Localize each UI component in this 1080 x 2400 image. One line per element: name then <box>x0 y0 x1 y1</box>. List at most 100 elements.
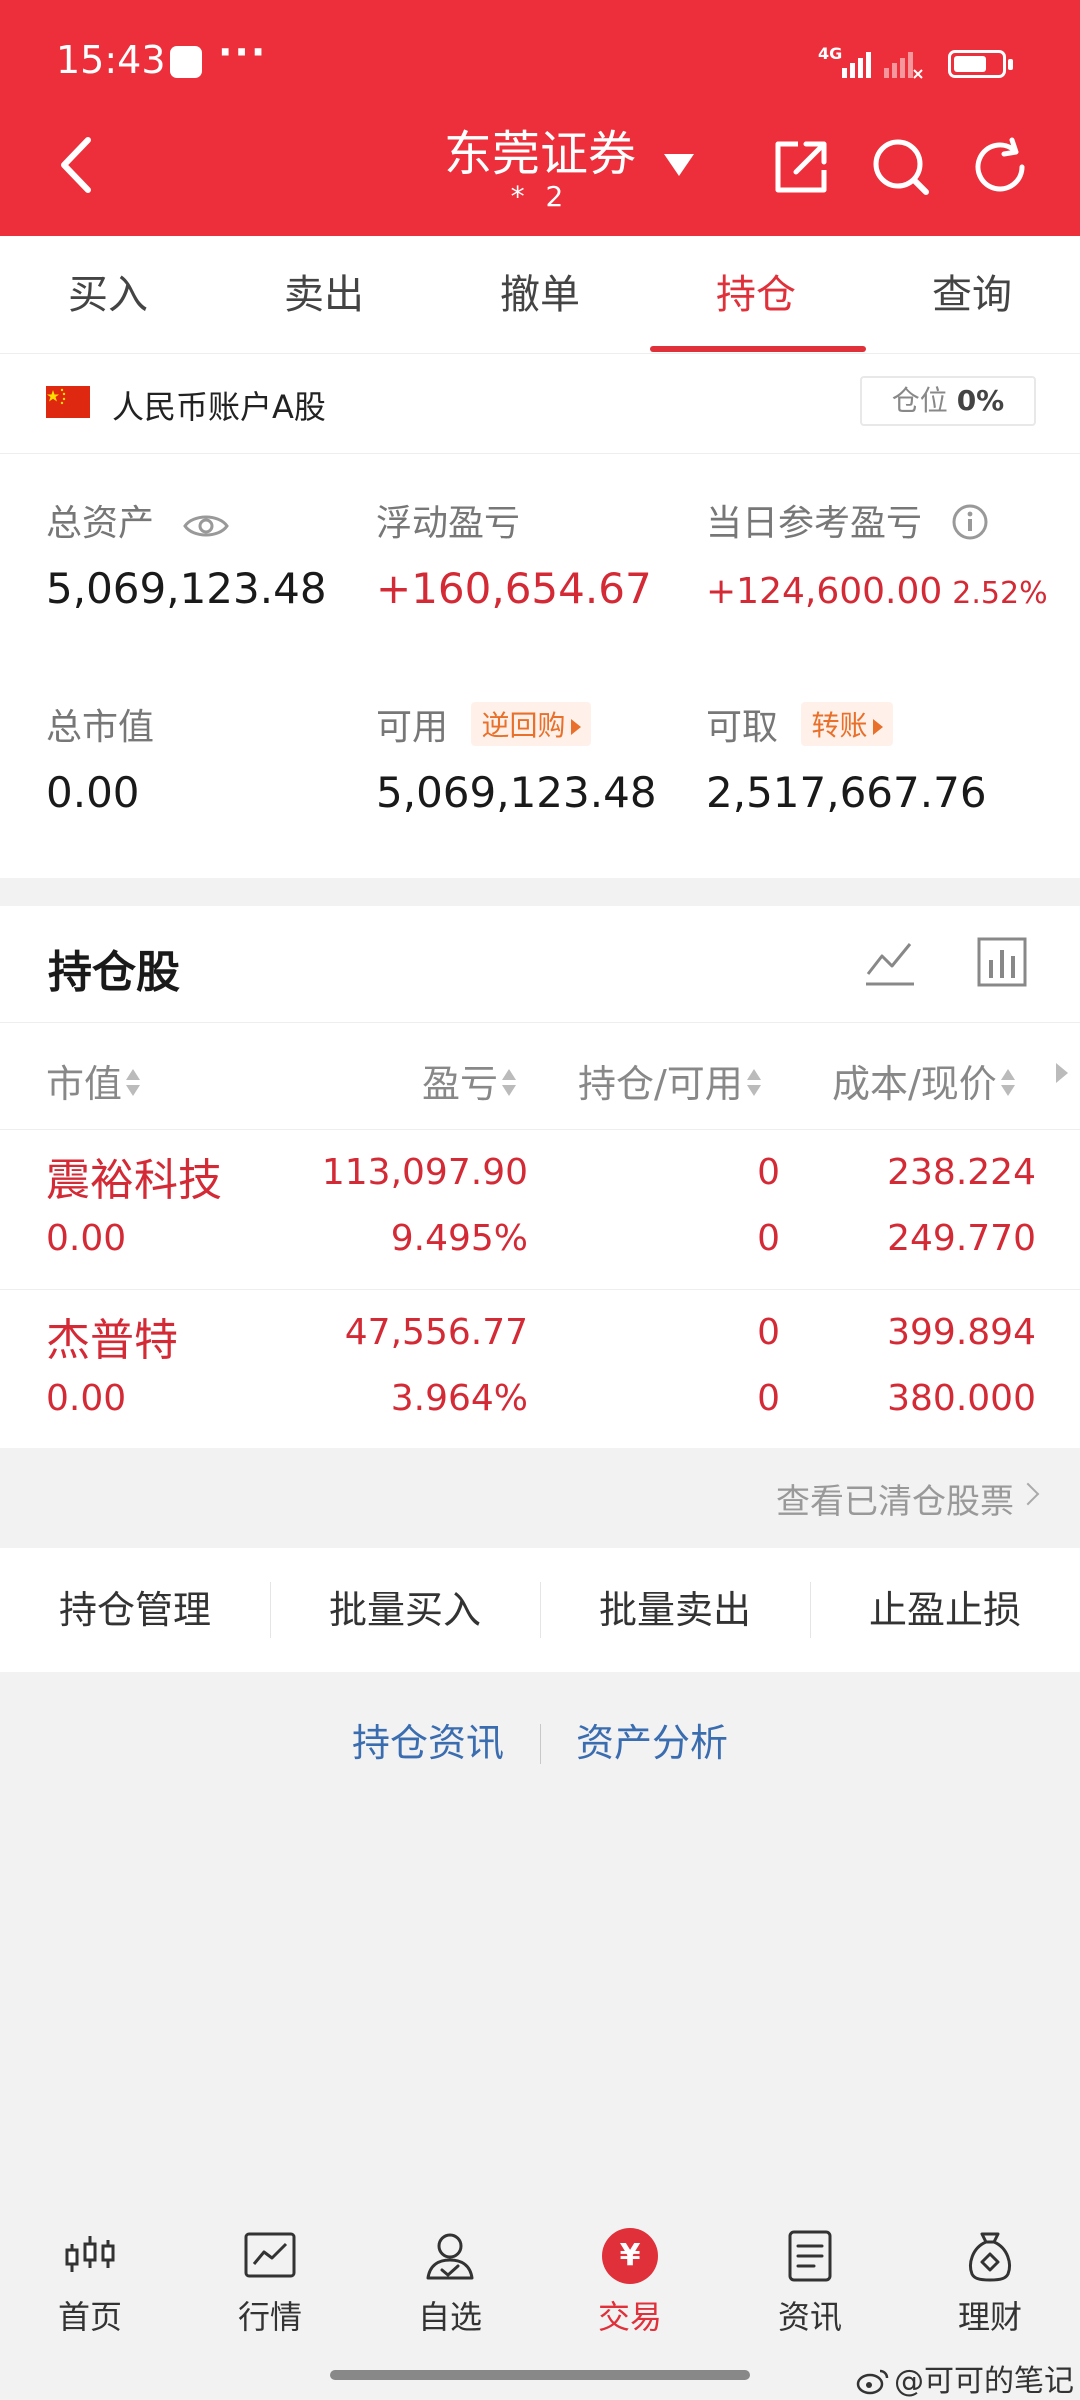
status-time: 15:43 <box>56 38 166 82</box>
holdings-actions: 持仓管理 批量买入 批量卖出 止盈止损 <box>0 1548 1080 1672</box>
total-assets: 总资产 5,069,123.48 <box>46 494 327 613</box>
holdings-news-link[interactable]: 持仓资讯 <box>352 1712 504 1767</box>
total-assets-value: 5,069,123.48 <box>46 564 327 613</box>
available-funds: 可用 逆回购 5,069,123.48 <box>376 698 657 817</box>
trade-tabs: 买入 卖出 撤单 持仓 查询 <box>0 236 1080 354</box>
daily-pl-value: +124,600.00 <box>706 571 943 612</box>
active-tab-indicator <box>650 346 866 352</box>
nav-watchlist-label: 自选 <box>417 2298 482 2336</box>
sort-icon <box>502 1069 517 1099</box>
transfer-button[interactable]: 转账 <box>801 702 894 746</box>
withdrawable-label: 可取 <box>706 707 779 748</box>
daily-pl: 当日参考盈亏 +124,600.00 2.52% <box>706 494 1048 613</box>
reverse-repo-button[interactable]: 逆回购 <box>471 702 592 746</box>
account-dropdown-icon[interactable] <box>664 154 694 176</box>
position-badge: 仓位 0% <box>860 376 1036 426</box>
sort-icon <box>746 1069 761 1099</box>
line-chart-icon[interactable] <box>864 936 916 988</box>
battery-icon <box>948 50 1013 78</box>
stock-market-value: 0.00 <box>46 1218 127 1259</box>
stock-price: 380.000 <box>887 1378 1036 1419</box>
market-value-label: 总市值 <box>46 707 155 748</box>
network-type: 4G <box>818 44 843 63</box>
home-indicator[interactable] <box>330 2370 750 2380</box>
account-summary: 人民币账户A股 仓位 0% 总资产 5,069,123.48 浮动盈亏 +160… <box>0 354 1080 878</box>
eye-icon[interactable] <box>183 511 230 541</box>
view-cleared-link[interactable]: 查看已清仓股票 <box>776 1474 1014 1523</box>
user-check-icon <box>426 2233 474 2280</box>
nav-market[interactable]: 行情 <box>180 2210 360 2350</box>
col-cost-price[interactable]: 成本/现价 <box>832 1053 1015 1108</box>
info-links: 持仓资讯 资产分析 <box>0 1712 1080 1772</box>
market-chart-icon <box>244 2232 296 2278</box>
chevron-right-icon <box>1016 1482 1040 1506</box>
market-value-value: 0.00 <box>46 768 140 817</box>
scroll-right-icon[interactable] <box>1056 1063 1068 1083</box>
col-market-value[interactable]: 市值 <box>46 1053 141 1108</box>
table-row[interactable]: 杰普特 0.00 47,556.77 3.964% 0 0 399.894 38… <box>0 1290 1080 1450</box>
nav-wealth[interactable]: 理财 <box>900 2210 1080 2350</box>
account-row: 人民币账户A股 仓位 0% <box>0 354 1080 454</box>
signal-icon <box>842 52 923 79</box>
search-icon[interactable] <box>868 134 934 200</box>
stop-profit-loss-button[interactable]: 止盈止损 <box>810 1548 1080 1672</box>
weibo-icon <box>856 2369 889 2395</box>
refresh-icon[interactable] <box>968 134 1034 200</box>
tab-sell[interactable]: 卖出 <box>216 236 432 354</box>
available-value: 5,069,123.48 <box>376 768 657 817</box>
battery-level <box>954 56 986 72</box>
col-hold-available[interactable]: 持仓/可用 <box>578 1053 761 1108</box>
stock-name: 杰普特 <box>46 1315 178 1366</box>
total-assets-label: 总资产 <box>46 503 155 544</box>
stock-pl: 113,097.90 <box>321 1152 528 1193</box>
tab-cancel[interactable]: 撤单 <box>432 236 648 354</box>
caret-right-icon <box>571 719 582 735</box>
holdings-section: 持仓股 市值 盈亏 持仓/可用 成本/现价 震裕科技 0.00 113,097.… <box>0 906 1080 1450</box>
info-icon[interactable] <box>951 503 989 541</box>
bar-chart-icon[interactable] <box>976 936 1028 988</box>
stock-price: 249.770 <box>887 1218 1036 1259</box>
holdings-title: 持仓股 <box>48 947 180 998</box>
stock-pl-percent: 9.495% <box>390 1218 528 1259</box>
nav-home[interactable]: 首页 <box>0 2210 180 2350</box>
app-header: 15:43 ··· 4G 东莞证券 * 2 <box>0 0 1080 236</box>
table-row[interactable]: 震裕科技 0.00 113,097.90 9.495% 0 0 238.224 … <box>0 1130 1080 1290</box>
watermark: @可可的笔记 <box>856 2356 1074 2400</box>
stock-available: 0 <box>757 1378 780 1419</box>
view-cleared-row[interactable]: 查看已清仓股票 <box>0 1448 1080 1548</box>
stock-hold: 0 <box>757 1312 780 1353</box>
manage-holdings-button[interactable]: 持仓管理 <box>0 1548 270 1672</box>
nav-news[interactable]: 资讯 <box>720 2210 900 2350</box>
account-name: 人民币账户A股 <box>112 388 326 426</box>
share-icon[interactable] <box>768 134 834 200</box>
floating-pl: 浮动盈亏 +160,654.67 <box>376 494 652 613</box>
china-flag-icon <box>46 386 90 418</box>
position-value: 0% <box>956 384 1005 417</box>
news-icon <box>788 2230 832 2282</box>
nav-watchlist[interactable]: 自选 <box>360 2210 540 2350</box>
col-pl[interactable]: 盈亏 <box>422 1053 517 1108</box>
available-label: 可用 <box>376 707 449 748</box>
batch-sell-button[interactable]: 批量卖出 <box>540 1548 810 1672</box>
nav-trade[interactable]: ¥ 交易 <box>540 2210 720 2350</box>
bottom-nav: 首页 行情 自选 ¥ 交易 资讯 理财 <box>0 2210 1080 2350</box>
tab-query[interactable]: 查询 <box>864 236 1080 354</box>
sort-icon <box>1000 1069 1015 1099</box>
stock-hold: 0 <box>757 1152 780 1193</box>
stock-market-value: 0.00 <box>46 1378 127 1419</box>
nav-bar: 东莞证券 * 2 <box>0 110 1080 236</box>
stock-pl-percent: 3.964% <box>390 1378 528 1419</box>
nav-market-label: 行情 <box>237 2298 302 2336</box>
stock-cost: 238.224 <box>887 1152 1036 1193</box>
asset-analysis-link[interactable]: 资产分析 <box>576 1712 728 1767</box>
tab-buy[interactable]: 买入 <box>0 236 216 354</box>
tab-holdings[interactable]: 持仓 <box>648 236 864 354</box>
candlestick-icon <box>65 2236 115 2272</box>
nav-trade-label: 交易 <box>597 2298 662 2336</box>
nav-wealth-label: 理财 <box>957 2298 1022 2336</box>
money-bag-icon <box>969 2232 1011 2282</box>
daily-pl-percent: 2.52% <box>952 576 1048 611</box>
withdrawable-funds: 可取 转账 2,517,667.76 <box>706 698 987 817</box>
batch-buy-button[interactable]: 批量买入 <box>270 1548 540 1672</box>
yuan-icon: ¥ <box>602 2228 658 2284</box>
